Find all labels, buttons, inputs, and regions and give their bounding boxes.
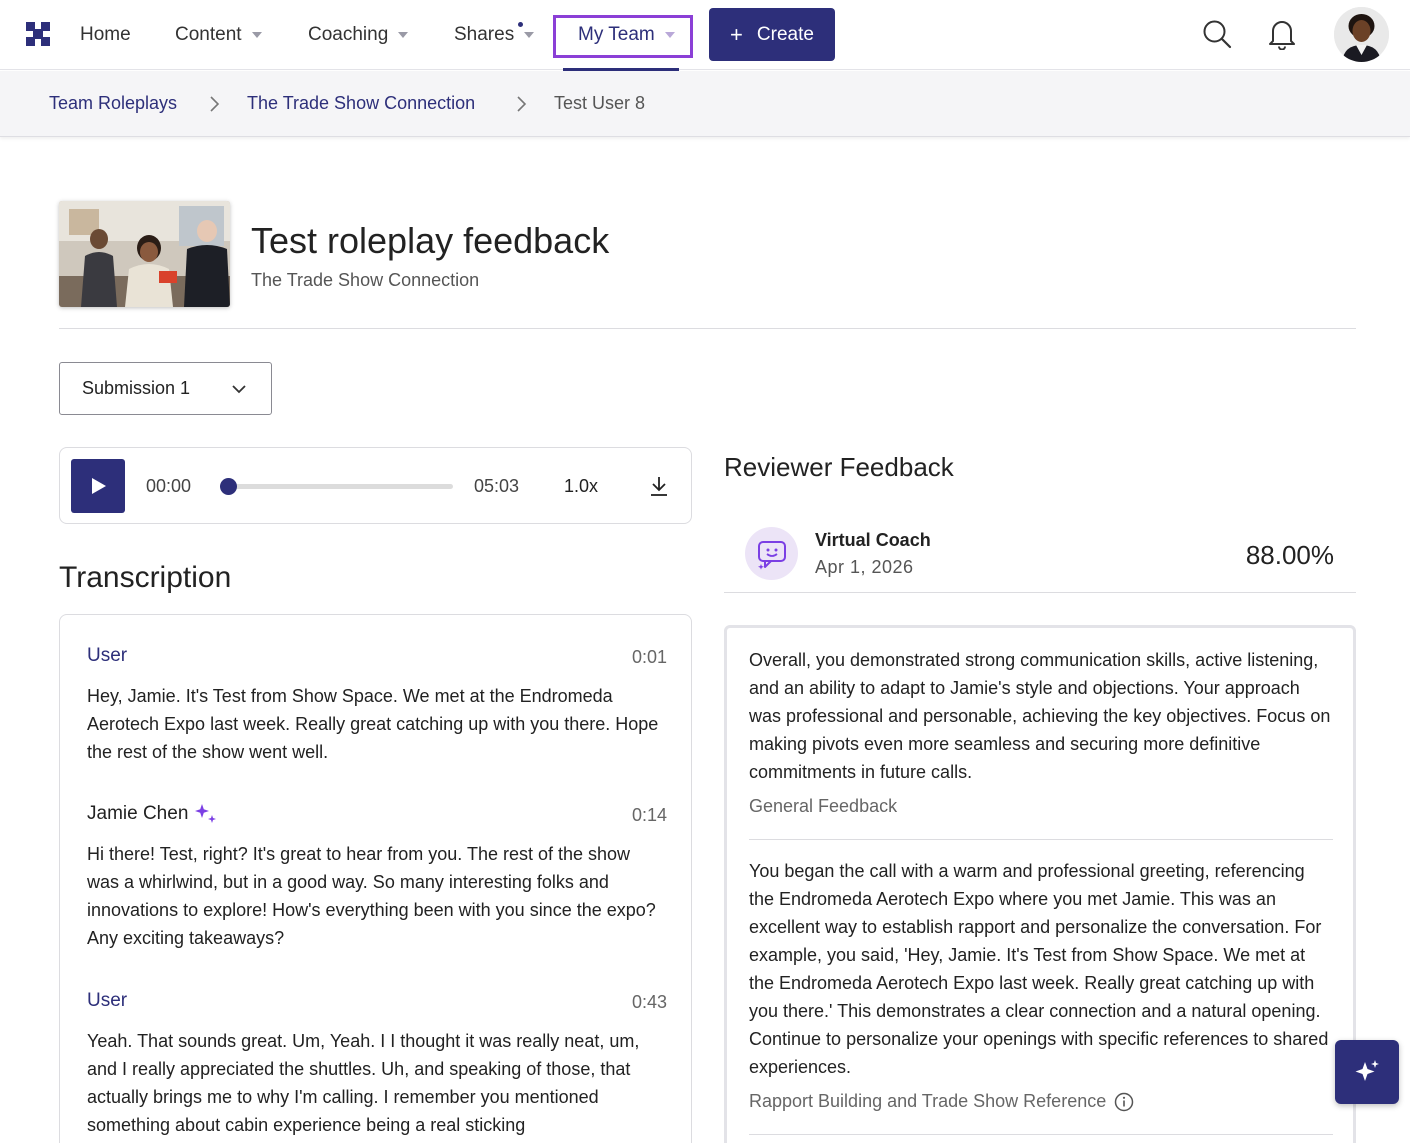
caret-down-icon [398,32,409,38]
caret-down-icon [524,32,535,38]
page-title: Test roleplay feedback [251,220,610,261]
speaker-name: User [87,645,667,667]
feedback-item: You began the call with a warm and profe… [749,857,1333,1112]
speaker-label: User [87,645,128,666]
nav-coaching-label: Coaching [308,24,389,45]
top-nav: Home Content Coaching Shares My Team + C… [0,0,1410,71]
score-value: 88.00% [1245,540,1334,570]
chevron-right-icon [210,96,220,112]
transcription-panel[interactable]: User 0:01 Hey, Jamie. It's Test from Sho… [59,614,692,1143]
feedback-text: You began the call with a warm and profe… [749,861,1329,1077]
utterance-text: Hey, Jamie. It's Test from Show Space. W… [87,686,659,762]
play-icon [92,478,106,494]
feedback-category: General Feedback [749,796,1333,817]
total-time: 05:03 [474,476,520,496]
play-button[interactable] [71,459,125,513]
timestamp-link[interactable]: 0:14 [632,805,667,826]
feedback-category: Rapport Building and Trade Show Referenc… [749,1091,1333,1112]
feedback-divider [749,1134,1333,1135]
coach-chat-icon [757,540,786,570]
shares-notification-dot [518,22,523,27]
playback-speed-button[interactable]: 1.0x [564,476,598,497]
chevron-right-icon [517,96,527,112]
nav-content[interactable]: Content [175,22,262,48]
submission-select[interactable]: Submission 1 [59,362,272,415]
timestamp-link[interactable]: 0:01 [632,647,667,668]
transcript-entry: User 0:43 Yeah. That sounds great. Um, Y… [87,990,667,1139]
feedback-text: Overall, you demonstrated strong communi… [749,650,1331,782]
bell-icon [1269,21,1295,50]
feedback-divider [749,839,1333,840]
nav-home-label: Home [80,24,131,45]
current-time: 00:00 [146,476,192,496]
feedback-panel[interactable]: Overall, you demonstrated strong communi… [724,625,1356,1143]
caret-down-icon [251,32,262,38]
plus-icon: + [730,21,743,47]
page-subtitle: The Trade Show Connection [251,270,480,290]
feedback-category-label: General Feedback [749,796,898,816]
create-button[interactable]: + Create [709,8,835,61]
breadcrumb-team-roleplays[interactable]: Team Roleplays [49,93,177,114]
nav-my-team[interactable]: My Team [578,22,675,48]
timestamp-link[interactable]: 0:43 [632,992,667,1013]
nav-home[interactable]: Home [80,22,131,48]
feedback-date: Apr 1, 2026 [815,557,914,577]
seek-bar[interactable] [220,478,453,495]
create-button-label: Create [756,23,814,45]
breadcrumb: Team Roleplays The Trade Show Connection… [0,71,1410,137]
speaker-name: User [87,990,667,1012]
ai-sparkle-icon [1355,1060,1379,1081]
virtual-coach-avatar [745,527,798,580]
coach-name: Virtual Coach [815,530,931,550]
transcription-title: Transcription [59,561,232,594]
speaker-label: User [87,990,128,1011]
submission-select-value: Submission 1 [82,378,191,398]
nav-coaching[interactable]: Coaching [308,22,409,48]
roleplay-thumbnail [59,201,230,307]
nav-content-label: Content [175,24,242,45]
search-icon [1203,20,1232,49]
ai-sparkle-icon [195,804,217,823]
audio-player: 00:00 05:03 1.0x [59,447,692,524]
seek-handle[interactable] [220,478,237,495]
transcript-entry: User 0:01 Hey, Jamie. It's Test from Sho… [87,645,667,766]
download-icon[interactable] [648,475,670,497]
header-divider [59,328,1356,329]
roleplay-thumbnail-image [59,201,230,307]
info-icon[interactable] [1114,1092,1134,1112]
ai-assistant-button[interactable] [1335,1040,1399,1104]
user-avatar[interactable] [1334,7,1389,62]
reviewer-header: Virtual Coach Apr 1, 2026 88.00% [724,510,1356,593]
app-logo-icon[interactable] [26,22,50,46]
nav-my-team-label: My Team [578,24,655,45]
search-button[interactable] [1199,16,1235,52]
transcript-entry: Jamie Chen 0:14 Hi there! Test, right? I… [87,803,667,952]
utterance-text: Hi there! Test, right? It's great to hea… [87,844,656,948]
user-avatar-image [1334,7,1389,62]
speaker-name: Jamie Chen [87,803,667,825]
caret-down-icon [664,32,675,38]
nav-shares-label: Shares [454,24,515,45]
breadcrumb-current-user: Test User 8 [554,93,646,113]
feedback-item: Overall, you demonstrated strong communi… [749,646,1333,817]
reviewer-feedback-title: Reviewer Feedback [724,452,954,482]
notifications-button[interactable] [1264,16,1300,52]
feedback-category-label: Rapport Building and Trade Show Referenc… [749,1091,1107,1111]
chevron-down-icon [232,385,246,394]
breadcrumb-trade-show-connection[interactable]: The Trade Show Connection [247,93,475,114]
speaker-label: Jamie Chen [87,803,189,824]
utterance-text: Yeah. That sounds great. Um, Yeah. I I t… [87,1031,640,1135]
